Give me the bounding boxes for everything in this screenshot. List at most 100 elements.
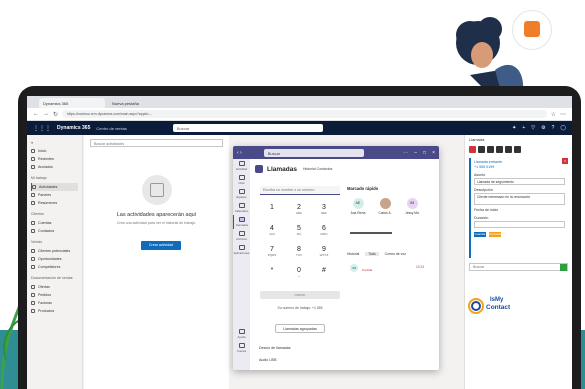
quote-icon xyxy=(31,285,35,289)
add-icon[interactable]: + xyxy=(522,125,525,131)
sidebar-item-quotes[interactable]: Ofertas xyxy=(31,283,78,291)
sidebar-item-products[interactable]: Productos xyxy=(31,307,78,315)
history-tab[interactable]: Historial xyxy=(347,252,359,256)
browser-tab[interactable]: Nueva pestaña xyxy=(108,98,174,108)
sidebar-item-leads[interactable]: Clientes potenciales xyxy=(31,247,78,255)
rail-item-apps[interactable]: Aplicaciones xyxy=(233,243,250,257)
card-buttons: Guardar Cancelar xyxy=(474,232,565,237)
hold-icon[interactable] xyxy=(487,146,494,153)
menu-icon[interactable]: ⋯ xyxy=(560,111,566,118)
refresh-icon[interactable]: ↻ xyxy=(53,111,58,118)
thumbs-up-icon xyxy=(524,21,540,37)
dial-key[interactable]: 5 JKL xyxy=(291,225,307,236)
rail-item-calls[interactable]: Llamadas xyxy=(233,215,250,229)
competitor-icon xyxy=(31,265,35,269)
forward-icon[interactable]: → xyxy=(43,111,49,117)
star-icon[interactable]: ☆ xyxy=(551,111,556,118)
address-bar[interactable]: https://contoso.crm.dynamics.com/main.as… xyxy=(62,110,547,118)
sidebar-item-contacts[interactable]: Contactos xyxy=(31,227,78,235)
forwarding-setting[interactable]: Desvío de llamadas xyxy=(259,346,291,350)
sidebar-item-opportunities[interactable]: Oportunidades xyxy=(31,255,78,263)
close-icon[interactable]: × xyxy=(432,150,435,156)
close-icon[interactable]: × xyxy=(562,158,568,164)
dial-key[interactable]: # xyxy=(316,267,332,274)
teams-search[interactable]: Buscar xyxy=(263,148,364,157)
dial-key[interactable]: 4 GHI xyxy=(264,225,280,236)
sidebar-item-competitors[interactable]: Competidores xyxy=(31,263,78,271)
dial-key[interactable]: 8 TUV xyxy=(291,246,307,257)
dial-key[interactable]: * xyxy=(264,267,280,274)
dial-key[interactable]: 2 ABC xyxy=(291,204,307,215)
panel-search-input[interactable]: Buscar xyxy=(469,263,568,271)
quick-dial-contact[interactable]: JM Jessy Ma xyxy=(401,198,423,215)
rail-item-calendar[interactable]: Calendario xyxy=(233,201,250,215)
dial-key[interactable]: 7 PQRS xyxy=(264,246,280,257)
dial-key[interactable]: 3 DEF xyxy=(316,204,332,215)
help-icon[interactable]: ? xyxy=(552,125,555,131)
group-calls-button[interactable]: Llamadas agrupadas xyxy=(275,324,325,333)
lightbulb-icon[interactable]: ✦ xyxy=(512,125,516,131)
dial-key[interactable]: 0 + xyxy=(291,267,307,278)
sidebar-item-orders[interactable]: Pedidos xyxy=(31,291,78,299)
activity-search[interactable]: Buscar actividades xyxy=(90,139,223,147)
maximize-icon[interactable]: □ xyxy=(423,150,426,156)
create-activity-button[interactable]: Crear actividad xyxy=(141,241,181,250)
more-icon[interactable]: ⋯ xyxy=(403,150,408,156)
dial-key[interactable]: 9 WXYZ xyxy=(316,246,332,257)
dial-input[interactable]: Escriba un nombre o un número xyxy=(260,186,340,195)
sidebar-item-dashboards[interactable]: Paneles xyxy=(31,191,78,199)
minimize-icon[interactable]: – xyxy=(414,150,417,156)
go-button[interactable] xyxy=(560,264,567,271)
browser-tab[interactable]: Dynamics 365 xyxy=(39,98,105,108)
rail-item-files[interactable]: Archivos xyxy=(233,229,250,243)
calls-subtabs[interactable]: Historial Contactos xyxy=(303,167,332,171)
history-tab[interactable]: Correo de voz xyxy=(385,252,406,256)
sidebar-item-invoices[interactable]: Facturas xyxy=(31,299,78,307)
history-row[interactable]: JM Perdida 10:23 xyxy=(350,264,428,274)
area-name: Centro de ventas xyxy=(96,125,127,131)
rail-item-help[interactable]: Ayuda xyxy=(233,327,250,341)
back-icon[interactable]: ← xyxy=(33,111,39,117)
audio-device[interactable]: Audio USB xyxy=(259,358,277,362)
sidebar-item-pinned[interactable]: Anclados xyxy=(31,163,78,171)
sidebar-item-activities[interactable]: Actividades xyxy=(31,183,78,191)
user-icon[interactable]: ◯ xyxy=(560,125,566,131)
brand-title[interactable]: Dynamics 365 xyxy=(57,125,90,131)
filter-icon[interactable]: ▽ xyxy=(531,125,535,131)
quick-dial-contact[interactable]: AE Ana Elena xyxy=(347,198,369,215)
hamburger-icon[interactable]: ≡ xyxy=(31,139,78,147)
app-launcher-icon[interactable]: ⋮⋮⋮ xyxy=(33,125,51,132)
sidebar-item-recent[interactable]: Recientes xyxy=(31,155,78,163)
description-field[interactable]: Cliente interesado en la renovación xyxy=(474,193,565,205)
nav-arrows-icon[interactable]: ‹ › xyxy=(237,150,242,156)
rail-item-chat[interactable]: Chat xyxy=(233,173,250,187)
pin-icon xyxy=(31,165,35,169)
history-tabs: Historial Todo Correo de voz xyxy=(347,252,406,256)
sidebar-item-summaries[interactable]: Resúmenes xyxy=(31,199,78,207)
rail-item-activity[interactable]: Actividad xyxy=(233,159,250,173)
empty-subtitle: Crea una actividad para ver el historial… xyxy=(116,221,197,225)
home-icon xyxy=(31,149,35,153)
dial-key[interactable]: 1 xyxy=(264,204,280,211)
sidebar-item-accounts[interactable]: Cuentas xyxy=(31,219,78,227)
call-button[interactable]: Llamar xyxy=(260,291,340,299)
cancel-button[interactable]: Cancelar xyxy=(489,232,501,237)
quick-dial-scroll xyxy=(350,232,392,234)
keypad-icon[interactable] xyxy=(505,146,512,153)
transfer-icon[interactable] xyxy=(496,146,503,153)
hangup-icon[interactable] xyxy=(469,146,476,153)
duration-field[interactable] xyxy=(474,221,565,228)
empty-title: Las actividades aparecerán aquí xyxy=(116,212,197,218)
rail-item-teams[interactable]: Equipos xyxy=(233,187,250,201)
subject-field[interactable]: Llamada de seguimiento xyxy=(474,178,565,185)
dial-key[interactable]: 6 MNO xyxy=(316,225,332,236)
mute-icon[interactable] xyxy=(478,146,485,153)
quick-dial-contact[interactable]: Carlos A. xyxy=(374,198,396,215)
notes-icon[interactable] xyxy=(514,146,521,153)
sidebar-item-home[interactable]: Inicio xyxy=(31,147,78,155)
history-tab[interactable]: Todo xyxy=(365,252,379,256)
rail-item-account[interactable]: Cuenta xyxy=(233,341,250,355)
save-button[interactable]: Guardar xyxy=(474,232,486,237)
global-search[interactable]: Buscar xyxy=(172,124,323,132)
settings-icon[interactable]: ⚙ xyxy=(541,125,545,131)
